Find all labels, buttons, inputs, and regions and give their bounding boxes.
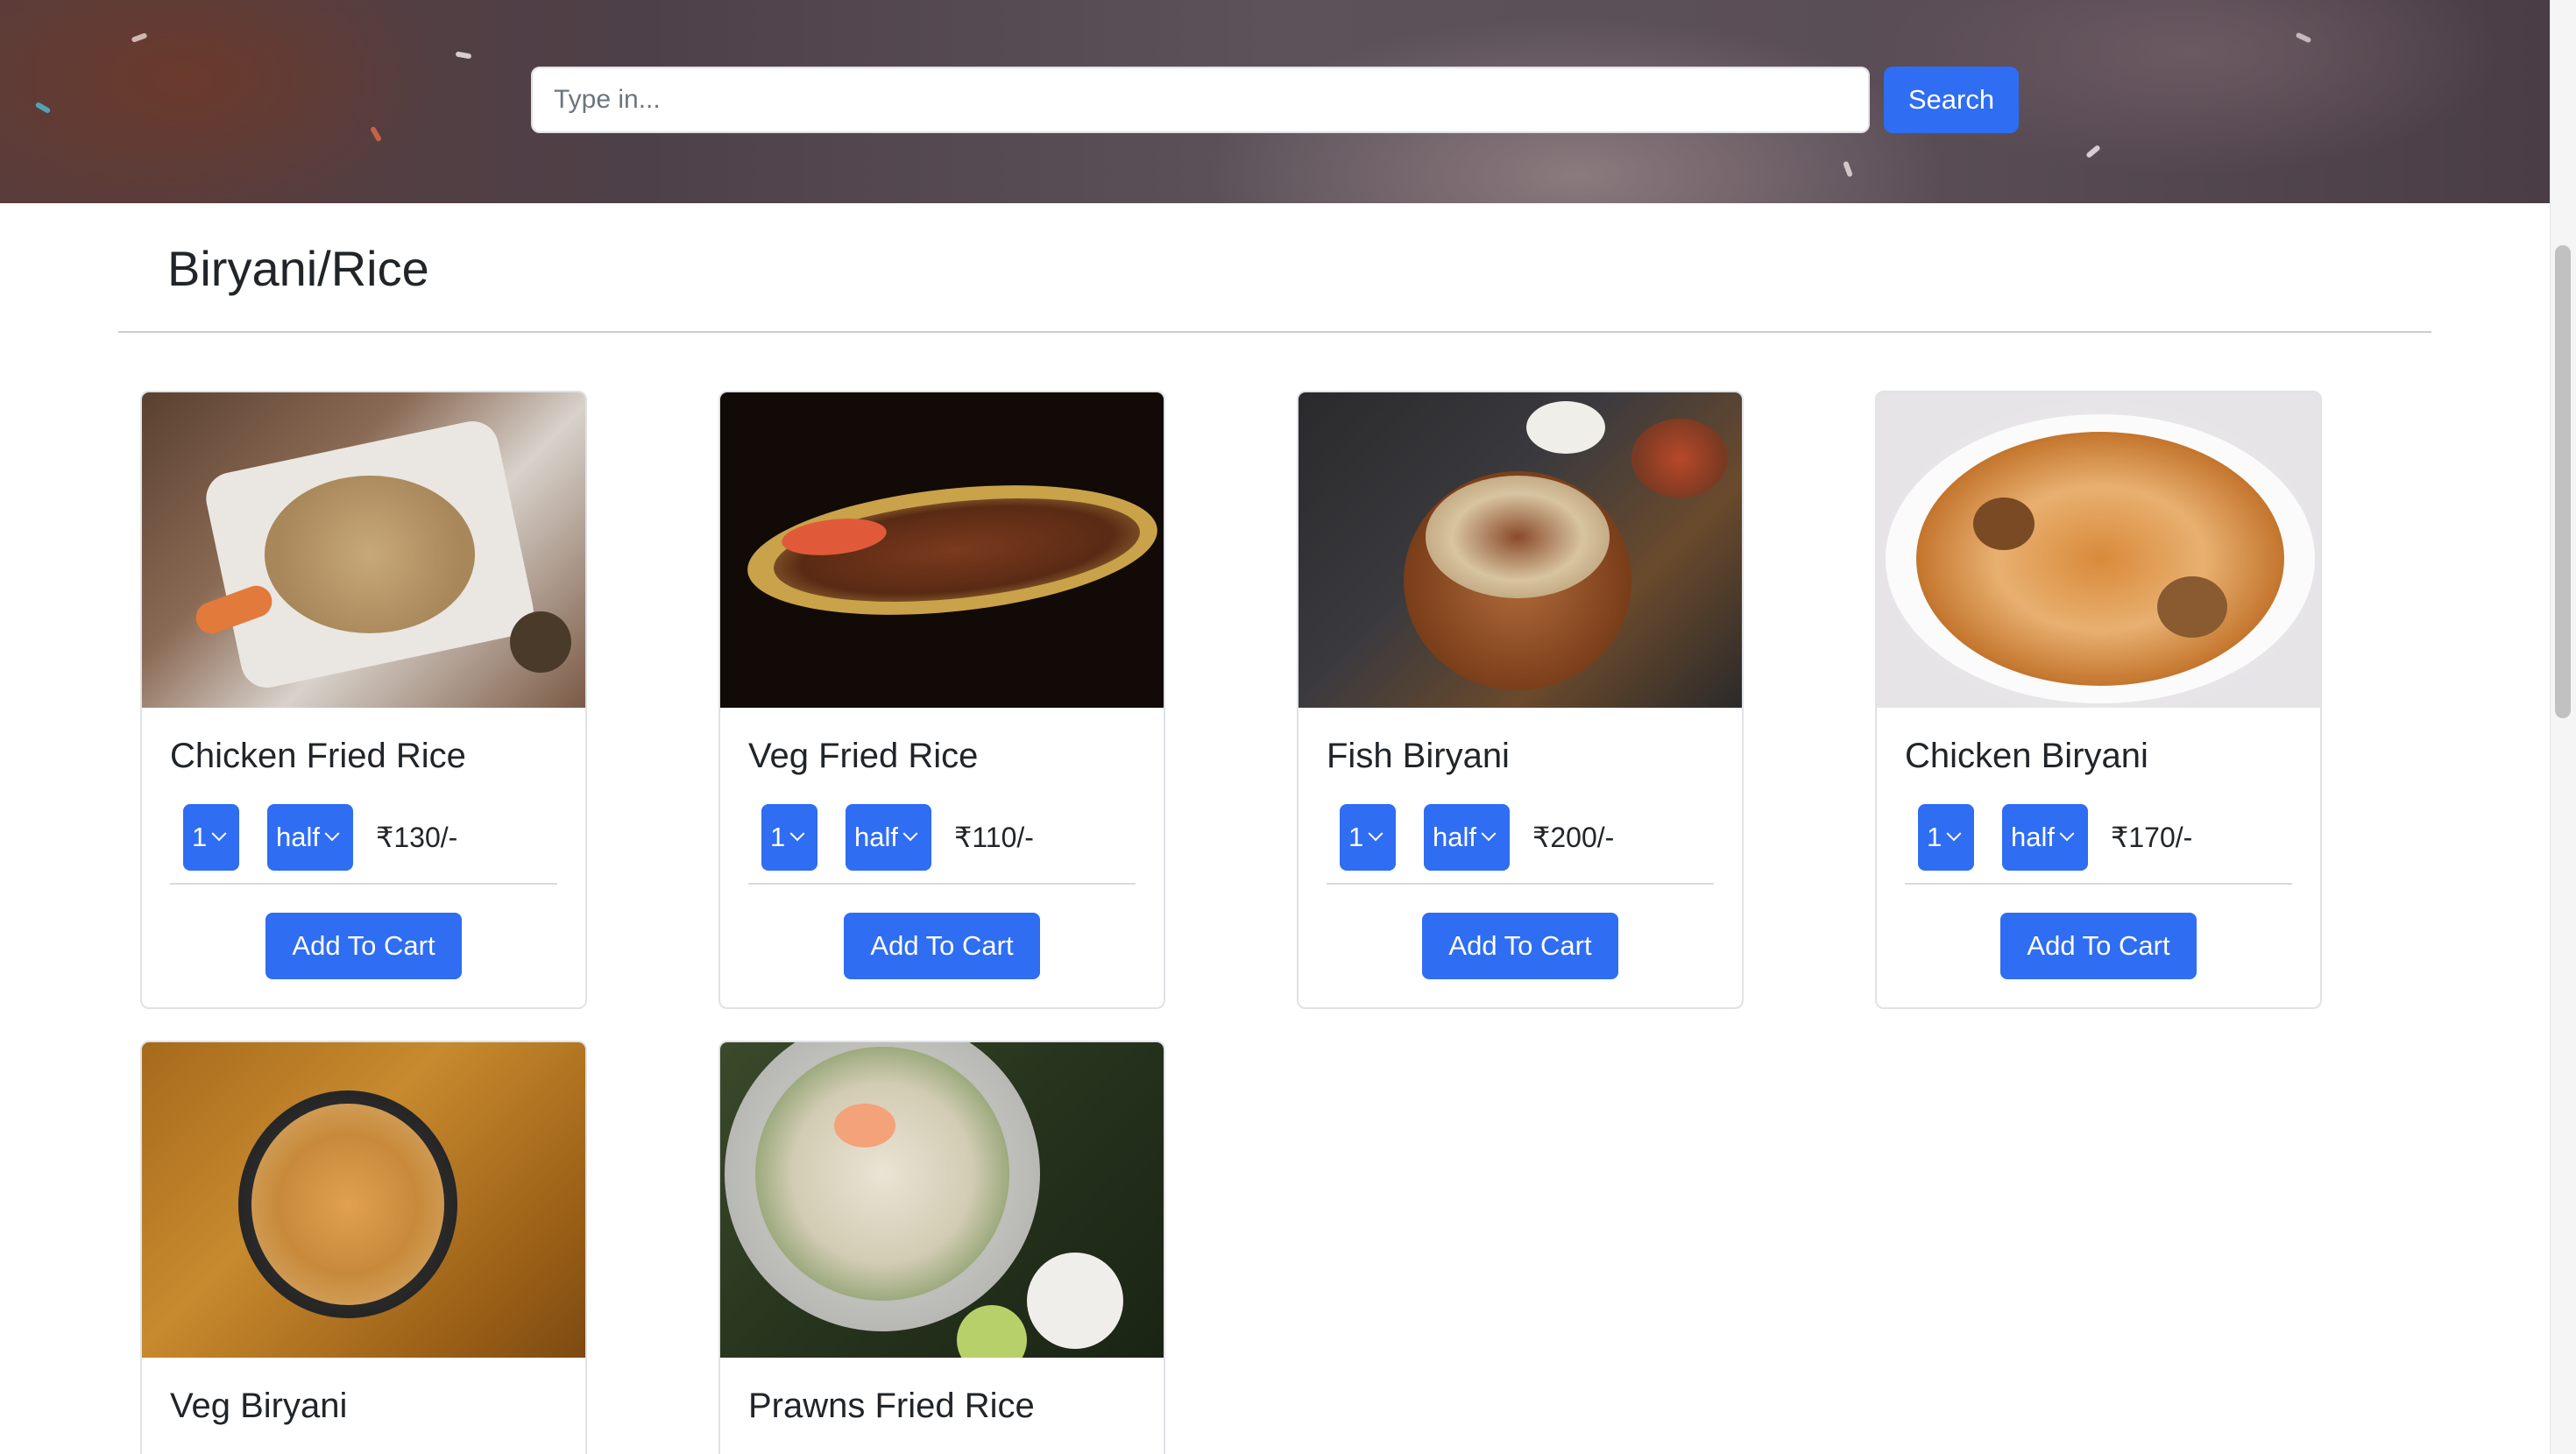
item-name: Chicken Fried Rice xyxy=(170,737,466,775)
menu-card: Veg Biryani xyxy=(140,1041,587,1454)
menu-card: Chicken Biryani 1 half ₹170/- Add To Car… xyxy=(1875,391,2322,1009)
food-image xyxy=(142,392,585,708)
item-price: ₹110/- xyxy=(954,822,1034,853)
item-name: Chicken Biryani xyxy=(1905,737,2148,775)
quantity-value: 1 xyxy=(770,822,786,852)
rice-shape xyxy=(1916,432,2284,686)
page: Search Biryani/Rice Chicken Fried Rice 1… xyxy=(0,0,2576,1454)
search-input[interactable] xyxy=(531,67,1870,133)
menu-card: Prawns Fried Rice xyxy=(718,1041,1165,1454)
add-to-cart-button[interactable]: Add To Cart xyxy=(265,913,462,979)
chevron-down-icon xyxy=(324,826,340,842)
prawn-shape xyxy=(834,1104,895,1147)
chevron-down-icon xyxy=(211,826,227,842)
portion-select[interactable]: half xyxy=(1424,804,1510,871)
quantity-value: 1 xyxy=(1927,822,1943,852)
quantity-value: 1 xyxy=(1348,822,1364,852)
sprinkle-decoration xyxy=(2295,32,2312,44)
sprinkle-decoration xyxy=(34,101,52,115)
portion-value: half xyxy=(276,822,320,852)
item-name: Prawns Fried Rice xyxy=(748,1387,1035,1425)
chevron-down-icon xyxy=(789,826,805,842)
chevron-down-icon xyxy=(1481,826,1497,842)
quantity-value: 1 xyxy=(192,822,208,852)
chevron-down-icon xyxy=(902,826,918,842)
sprinkle-decoration xyxy=(2085,144,2101,159)
item-price: ₹200/- xyxy=(1532,822,1615,853)
search-button[interactable]: Search xyxy=(1884,67,2019,133)
add-to-cart-button[interactable]: Add To Cart xyxy=(1422,913,1618,979)
scrollbar-thumb[interactable] xyxy=(2555,245,2571,718)
quantity-select[interactable]: 1 xyxy=(1918,804,1974,871)
quantity-select[interactable]: 1 xyxy=(761,804,817,871)
quantity-select[interactable]: 1 xyxy=(1340,804,1396,871)
item-name: Fish Biryani xyxy=(1327,737,1510,775)
category-title: Biryani/Rice xyxy=(167,241,429,296)
portion-value: half xyxy=(854,822,898,852)
raita-bowl-shape xyxy=(1526,401,1605,454)
menu-card: Chicken Fried Rice 1 half ₹130/- Add To … xyxy=(140,391,587,1009)
sprinkle-decoration xyxy=(369,125,383,143)
rice-shape xyxy=(755,1047,1009,1301)
category-divider xyxy=(118,331,2431,333)
pickle-bowl-shape xyxy=(1631,419,1728,498)
chevron-down-icon xyxy=(1946,826,1962,842)
item-name: Veg Biryani xyxy=(170,1387,348,1425)
add-to-cart-button[interactable]: Add To Cart xyxy=(2000,913,2197,979)
add-to-cart-button[interactable]: Add To Cart xyxy=(844,913,1040,979)
chevron-down-icon xyxy=(1368,826,1384,842)
sprinkle-decoration xyxy=(131,32,148,43)
item-price: ₹170/- xyxy=(2111,822,2193,853)
portion-value: half xyxy=(2011,822,2055,852)
quantity-select[interactable]: 1 xyxy=(183,804,239,871)
chicken-piece-shape xyxy=(2157,576,2227,638)
portion-select[interactable]: half xyxy=(267,804,353,871)
portion-value: half xyxy=(1433,822,1476,852)
food-image xyxy=(720,392,1164,708)
sprinkle-decoration xyxy=(455,51,472,60)
food-image xyxy=(1299,392,1742,708)
hero-banner: Search xyxy=(0,0,2550,203)
sprinkle-decoration xyxy=(1843,160,1853,178)
chevron-down-icon xyxy=(2059,826,2075,842)
rice-shape xyxy=(251,1104,444,1305)
dip-bowl-shape xyxy=(1027,1253,1123,1349)
rice-shape xyxy=(1426,476,1610,598)
food-image xyxy=(142,1042,585,1358)
food-image xyxy=(1877,392,2320,708)
menu-card: Veg Fried Rice 1 half ₹110/- Add To Cart xyxy=(718,391,1165,1009)
rice-shape xyxy=(265,476,475,633)
spice-bowl-shape xyxy=(510,611,571,673)
food-image xyxy=(720,1042,1164,1358)
item-name: Veg Fried Rice xyxy=(748,737,979,775)
portion-select[interactable]: half xyxy=(2002,804,2088,871)
scrollbar-track[interactable] xyxy=(2550,0,2576,1454)
chicken-piece-shape xyxy=(1973,498,2035,550)
lime-shape xyxy=(957,1305,1027,1358)
item-price: ₹130/- xyxy=(376,822,458,853)
portion-select[interactable]: half xyxy=(846,804,931,871)
menu-card: Fish Biryani 1 half ₹200/- Add To Cart xyxy=(1297,391,1744,1009)
